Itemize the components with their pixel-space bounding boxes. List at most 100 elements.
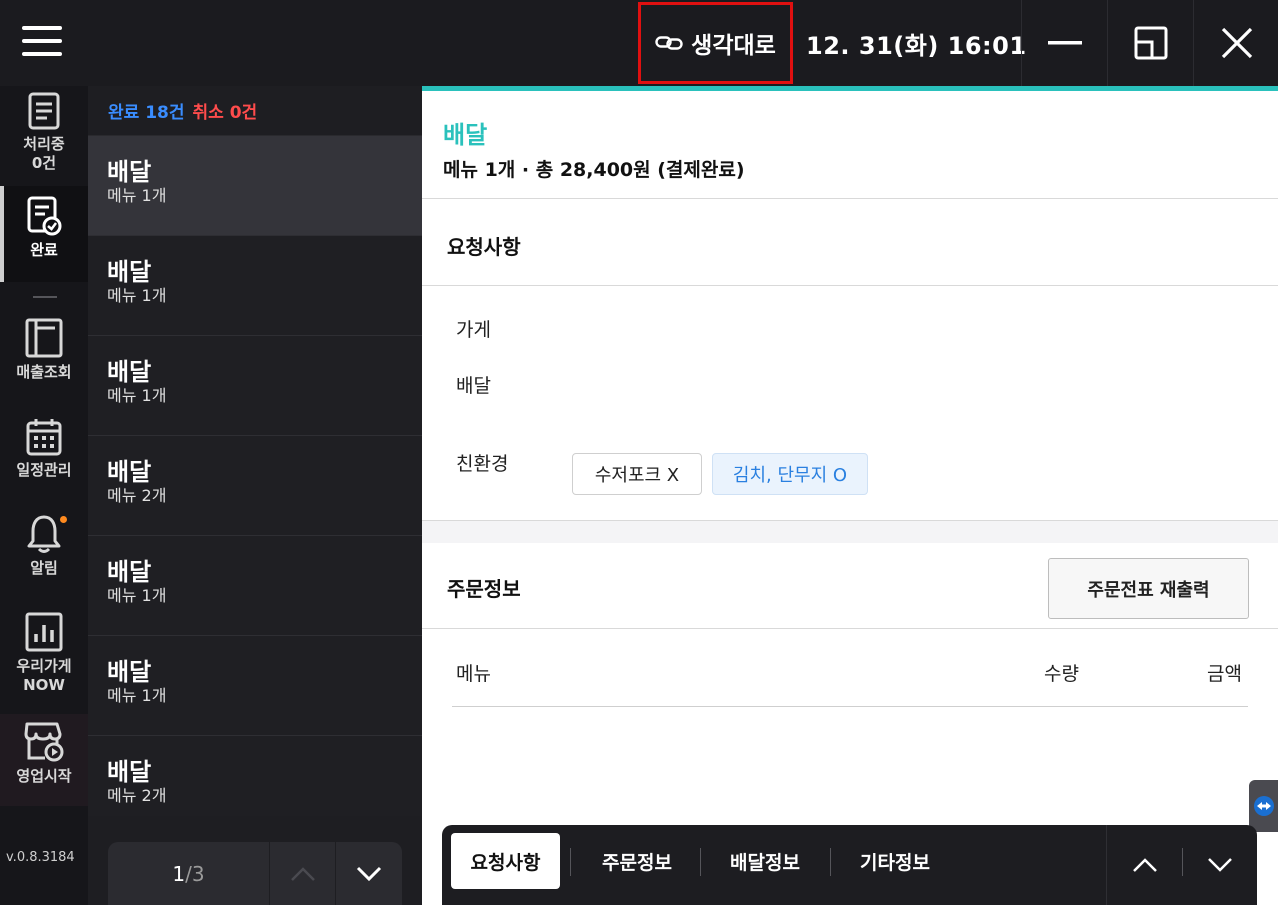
scroll-up-button[interactable] [1107,825,1182,905]
order-type: 배달 [107,158,152,186]
detail-tab-bar: 요청사항 주문정보 배달정보 기타정보 [442,825,1257,905]
order-list-item[interactable]: 배달 메뉴 2개 [88,436,422,536]
order-list-item[interactable]: 배달 메뉴 1개 [88,536,422,636]
brand-link-button[interactable]: 생각대로 [638,2,793,84]
order-type: 배달 [107,258,152,286]
nav-store-now-line1: 우리가게 [16,657,72,675]
remote-support-icon [1253,796,1274,816]
order-menu-count: 메뉴 2개 [107,786,167,805]
column-header-quantity: 수량 [1044,663,1079,685]
order-menu-count: 메뉴 2개 [107,486,167,505]
order-type: 배달 [107,558,152,586]
nav-start-business[interactable]: 영업시작 [0,722,88,804]
left-navigation: 처리중 0건 완료 매출조회 일정관리 알림 우리가게 NOW 영업시작 v.0… [0,86,88,905]
tab-separator [570,848,571,876]
close-icon [1221,27,1252,59]
section-gap [422,521,1278,543]
store-request-label: 가게 [456,319,491,341]
close-button[interactable] [1193,0,1278,86]
nav-processing[interactable]: 처리중 0건 [0,92,88,184]
brand-label: 생각대로 [691,33,776,59]
nav-processing-count: 0건 [31,154,57,172]
order-menu-count: 메뉴 1개 [107,286,167,305]
delivery-request-label: 배달 [456,375,491,397]
tab-separator [830,848,831,876]
order-type: 배달 [107,358,152,386]
calendar-icon [26,419,62,456]
order-list-pane: 완료 18건 취소 0건 배달 메뉴 1개 배달 메뉴 1개 배달 메뉴 1개 … [88,86,422,905]
eco-request-label: 친환경 [456,453,509,475]
notification-dot [60,516,67,523]
nav-alerts[interactable]: 알림 [0,514,88,592]
detail-order-type: 배달 [443,121,488,149]
page-indicator: 1/3 [108,842,270,905]
nav-start-business-label: 영업시작 [16,767,72,785]
order-list-item[interactable]: 배달 메뉴 1개 [88,136,422,236]
minimize-icon [1047,41,1082,45]
page-up-button[interactable] [270,842,336,905]
nav-done[interactable]: 완료 [0,186,88,282]
tab-other-info[interactable]: 기타정보 [840,833,950,889]
link-icon [655,36,683,50]
nav-schedule[interactable]: 일정관리 [0,418,88,496]
minimize-button[interactable] [1021,0,1107,86]
nav-store-now[interactable]: 우리가게 NOW [0,612,88,702]
column-header-amount: 금액 [1207,663,1242,685]
divider [452,706,1248,707]
chevron-up-icon [1132,858,1157,872]
tab-separator [700,848,701,876]
nav-processing-label: 처리중 [23,135,65,153]
store-play-icon [24,722,64,762]
chevron-down-icon [356,866,382,881]
eco-chip-cutlery: 수저포크 X [572,453,702,495]
requests-section-title: 요청사항 [447,235,521,259]
order-list-item[interactable]: 배달 메뉴 1개 [88,636,422,736]
order-list-header: 완료 18건 취소 0건 [88,86,422,136]
restore-icon [1134,26,1167,60]
order-info-section-title: 주문정보 [447,577,521,601]
nav-divider [33,296,57,298]
order-list-item[interactable]: 배달 메뉴 1개 [88,336,422,436]
done-count: 완료 18건 [108,103,185,123]
nav-alerts-label: 알림 [30,559,58,577]
tab-order-info[interactable]: 주문정보 [582,833,692,889]
version-label: v.0.8.3184 [6,850,75,865]
column-header-menu: 메뉴 [456,663,491,685]
nav-done-label: 완료 [30,241,58,259]
detail-order-summary: 메뉴 1개 · 총 28,400원 (결제완료) [443,159,745,181]
nav-store-now-line2: NOW [23,676,65,694]
document-check-icon [27,196,62,236]
scroll-down-button[interactable] [1182,825,1257,905]
cancel-count: 취소 0건 [192,103,258,123]
tab-requests[interactable]: 요청사항 [451,833,560,889]
order-menu-count: 메뉴 1개 [107,686,167,705]
order-detail-pane: 배달 메뉴 1개 · 총 28,400원 (결제완료) 요청사항 가게 배달 친… [422,86,1278,905]
nav-sales[interactable]: 매출조회 [0,318,88,396]
chevron-up-icon [290,866,315,881]
page-down-button[interactable] [336,842,402,905]
restore-button[interactable] [1107,0,1193,86]
order-type: 배달 [107,458,152,486]
divider [422,198,1278,199]
divider [422,285,1278,286]
order-list-item[interactable]: 배달 메뉴 2개 [88,736,422,816]
bell-icon [27,515,61,553]
chevron-down-icon [1207,858,1232,872]
datetime-display: 12. 31(화) 16:01 [806,32,1027,60]
order-menu-count: 메뉴 1개 [107,386,167,405]
hamburger-menu-icon[interactable] [22,26,62,60]
order-menu-count: 메뉴 1개 [107,586,167,605]
tab-delivery-info[interactable]: 배달정보 [710,833,820,889]
title-bar: 생각대로 12. 31(화) 16:01 [0,0,1278,86]
pagination: 1/3 [108,842,402,905]
reprint-receipt-button[interactable]: 주문전표 재출력 [1048,558,1249,619]
order-menu-count: 메뉴 1개 [107,186,167,205]
bar-chart-icon [25,612,63,652]
page-current: 1 [172,861,186,886]
order-list-item[interactable]: 배달 메뉴 1개 [88,236,422,336]
nav-schedule-label: 일정관리 [16,461,72,479]
document-icon [28,92,60,130]
order-type: 배달 [107,758,152,786]
book-icon [25,318,63,358]
order-type: 배달 [107,658,152,686]
